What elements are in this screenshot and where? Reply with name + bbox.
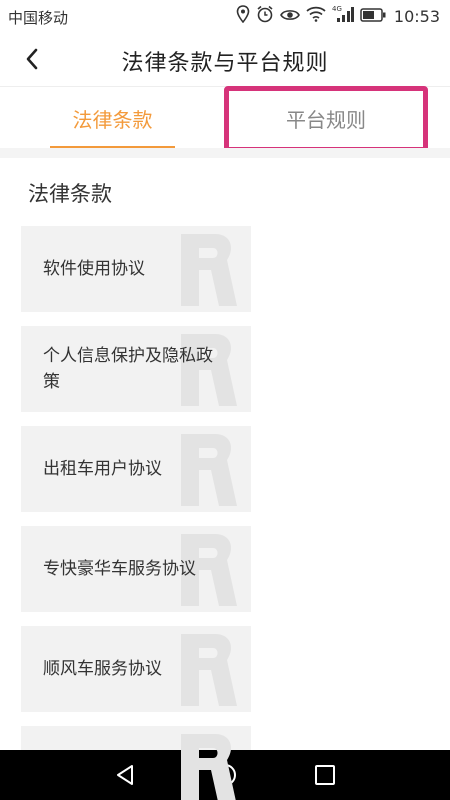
list-item-software-agreement[interactable]: 软件使用协议 (21, 226, 251, 312)
list-item-label: 软件使用协议 (43, 259, 145, 279)
section-title: 法律条款 (28, 182, 112, 206)
app-header: 法律条款与平台规则 (0, 32, 450, 86)
eye-icon (279, 7, 300, 26)
page-title: 法律条款与平台规则 (121, 51, 329, 76)
status-bar: 中国移动 4G 10:53 (0, 0, 450, 32)
status-icons: 4G 10:53 (236, 5, 440, 27)
brand-watermark-icon (181, 734, 236, 800)
list-item-label: 专快豪华车服务协议 (43, 559, 196, 579)
carrier-name: 中国移动 (8, 9, 69, 27)
list-item-label: 出租车用户协议 (43, 459, 162, 479)
tab-platform-rules[interactable]: 平台规则 (225, 87, 427, 149)
nav-recents-button[interactable] (312, 762, 338, 788)
signal-icon: 4G (332, 5, 354, 27)
section-divider (0, 148, 450, 158)
tab-bar: 法律条款 平台规则 (0, 86, 450, 149)
tab-label: 法律条款 (72, 107, 153, 132)
list-item-privacy-policy[interactable]: 个人信息保护及隐私政策 (21, 326, 251, 412)
list-item-hitch-agreement[interactable]: 顺风车服务协议 (21, 626, 251, 712)
clock: 10:53 (393, 6, 440, 26)
tab-legal-terms[interactable]: 法律条款 (50, 87, 175, 149)
recents-square-icon (315, 765, 335, 785)
location-icon (236, 5, 250, 27)
alarm-icon (256, 5, 274, 27)
list-item-label: 顺风车服务协议 (43, 659, 162, 679)
tab-label: 平台规则 (286, 107, 366, 132)
svg-text:4G: 4G (332, 5, 342, 13)
battery-icon (360, 7, 386, 26)
wifi-icon (306, 6, 326, 26)
document-list: 软件使用协议 个人信息保护及隐私政策 出租车用户协议 专快豪华车服务协议 顺风车… (21, 226, 251, 800)
list-item-taxi-agreement[interactable]: 出租车用户协议 (21, 426, 251, 512)
list-item-label: 个人信息保护及隐私政策 (43, 346, 213, 392)
back-triangle-icon (117, 765, 133, 785)
list-item-premium-service-agreement[interactable]: 专快豪华车服务协议 (21, 526, 251, 612)
nav-back-button[interactable] (112, 762, 138, 788)
